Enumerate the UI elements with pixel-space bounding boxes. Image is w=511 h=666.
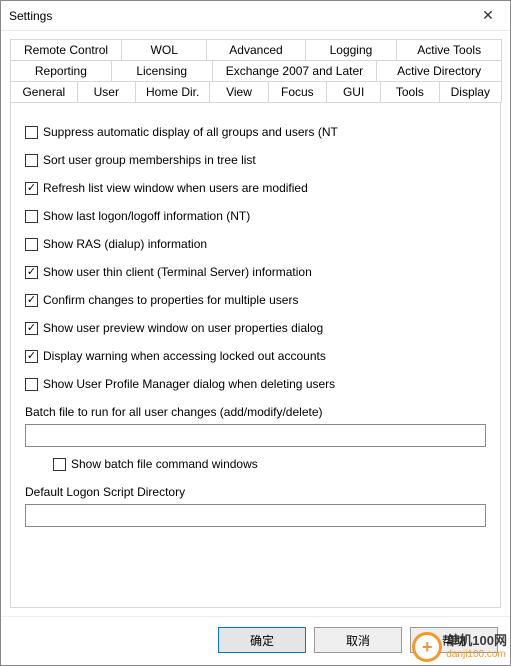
tab-display[interactable]: Display (439, 81, 502, 103)
window-title: Settings (9, 9, 466, 23)
option-ras: Show RAS (dialup) information (25, 237, 486, 251)
settings-window: Settings ✕ Remote Control WOL Advanced L… (0, 0, 511, 666)
ok-button[interactable]: 确定 (218, 627, 306, 653)
option-label: Display warning when accessing locked ou… (43, 349, 326, 363)
tab-row-2: Reporting Licensing Exchange 2007 and La… (10, 60, 501, 81)
option-last-logon: Show last logon/logoff information (NT) (25, 209, 486, 223)
option-locked-warning: ✓ Display warning when accessing locked … (25, 349, 486, 363)
option-label: Show User Profile Manager dialog when de… (43, 377, 335, 391)
checkbox-preview-window[interactable]: ✓ (25, 322, 38, 335)
checkbox-refresh-list[interactable]: ✓ (25, 182, 38, 195)
option-label: Show RAS (dialup) information (43, 237, 207, 251)
option-label: Show user preview window on user propert… (43, 321, 323, 335)
checkbox-locked-warning[interactable]: ✓ (25, 350, 38, 363)
tab-tools[interactable]: Tools (380, 81, 439, 103)
checkbox-show-batch-cmd[interactable] (53, 458, 66, 471)
tab-home-dir[interactable]: Home Dir. (135, 81, 210, 103)
checkbox-profile-manager[interactable] (25, 378, 38, 391)
option-label: Show user thin client (Terminal Server) … (43, 265, 312, 279)
option-label: Show last logon/logoff information (NT) (43, 209, 250, 223)
tab-user[interactable]: User (77, 81, 136, 103)
tab-logging[interactable]: Logging (305, 39, 398, 60)
option-label: Confirm changes to properties for multip… (43, 293, 298, 307)
tab-focus[interactable]: Focus (268, 81, 327, 103)
tab-gui[interactable]: GUI (326, 81, 381, 103)
option-suppress-display: Suppress automatic display of all groups… (25, 125, 486, 139)
tab-active-tools[interactable]: Active Tools (396, 39, 502, 60)
tab-panel: Suppress automatic display of all groups… (10, 103, 501, 608)
tab-active-directory[interactable]: Active Directory (376, 60, 502, 81)
checkbox-sort-groups[interactable] (25, 154, 38, 167)
tab-licensing[interactable]: Licensing (111, 60, 213, 81)
option-sort-groups: Sort user group memberships in tree list (25, 153, 486, 167)
cancel-button[interactable]: 取消 (314, 627, 402, 653)
option-profile-manager: Show User Profile Manager dialog when de… (25, 377, 486, 391)
tab-remote-control[interactable]: Remote Control (10, 39, 122, 60)
option-confirm-changes: ✓ Confirm changes to properties for mult… (25, 293, 486, 307)
tab-general[interactable]: General (10, 81, 78, 103)
tab-wol[interactable]: WOL (121, 39, 207, 60)
option-thin-client: ✓ Show user thin client (Terminal Server… (25, 265, 486, 279)
option-label: Sort user group memberships in tree list (43, 153, 256, 167)
tab-reporting[interactable]: Reporting (10, 60, 112, 81)
tab-row-3: General User Home Dir. View Focus GUI To… (10, 81, 501, 103)
tab-row-1: Remote Control WOL Advanced Logging Acti… (10, 39, 501, 60)
option-refresh-list: ✓ Refresh list view window when users ar… (25, 181, 486, 195)
option-show-batch-cmd: Show batch file command windows (53, 457, 486, 471)
option-label: Suppress automatic display of all groups… (43, 125, 338, 139)
checkbox-last-logon[interactable] (25, 210, 38, 223)
checkbox-ras[interactable] (25, 238, 38, 251)
checkbox-confirm-changes[interactable]: ✓ (25, 294, 38, 307)
logon-script-input[interactable] (25, 504, 486, 527)
option-label: Show batch file command windows (71, 457, 258, 471)
dialog-button-bar: 确定 取消 帮助 (1, 616, 510, 665)
logon-script-label: Default Logon Script Directory (25, 485, 486, 499)
tab-advanced[interactable]: Advanced (206, 39, 305, 60)
checkbox-thin-client[interactable]: ✓ (25, 266, 38, 279)
close-icon: ✕ (482, 7, 494, 24)
option-preview-window: ✓ Show user preview window on user prope… (25, 321, 486, 335)
user-tab-content: Suppress automatic display of all groups… (11, 103, 500, 547)
tab-view[interactable]: View (209, 81, 268, 103)
close-button[interactable]: ✕ (466, 1, 510, 31)
tab-strip: Remote Control WOL Advanced Logging Acti… (1, 31, 510, 103)
checkbox-suppress-display[interactable] (25, 126, 38, 139)
titlebar: Settings ✕ (1, 1, 510, 31)
batch-file-input[interactable] (25, 424, 486, 447)
help-button[interactable]: 帮助 (410, 627, 498, 653)
tab-exchange[interactable]: Exchange 2007 and Later (212, 60, 378, 81)
option-label: Refresh list view window when users are … (43, 181, 308, 195)
batch-file-label: Batch file to run for all user changes (… (25, 405, 486, 419)
